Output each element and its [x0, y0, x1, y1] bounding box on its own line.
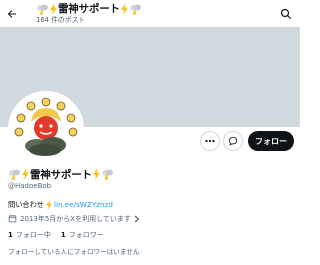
header-title-block: 雷神サポート 164 件のポスト [36, 3, 142, 25]
message-button[interactable] [223, 131, 243, 151]
profile-bio: 問い合わせ lin.ee/sWZYznzd [8, 199, 113, 210]
followers-count: 1 [60, 230, 66, 239]
page-title: 雷神サポート [36, 3, 142, 15]
follower-notice: フォローしている人にフォロワーはいません [8, 248, 140, 256]
follow-stats: 1 フォロー中 1 フォロワー [8, 229, 104, 240]
cloud-lightning-icon [9, 169, 20, 180]
search-button[interactable] [278, 6, 294, 22]
search-icon [280, 8, 292, 20]
cloud-lightning-icon [129, 4, 141, 15]
lightning-icon [46, 199, 52, 210]
join-date-text: 2013年5月からXを利用しています [20, 214, 131, 223]
title-text: 雷神サポート [58, 3, 120, 15]
back-button[interactable] [4, 6, 20, 22]
message-icon [228, 136, 238, 146]
lightning-icon [120, 3, 128, 15]
back-arrow-icon [7, 10, 16, 18]
lightning-icon [50, 3, 57, 15]
calendar-icon [8, 215, 17, 223]
follow-button[interactable]: フォロー [248, 131, 294, 151]
join-date: 2013年5月からXを利用しています [8, 213, 140, 224]
user-handle: @HadoeBob [8, 182, 52, 190]
raijin-avatar-image [11, 94, 81, 164]
followers-link[interactable]: 1 フォロワー [61, 230, 104, 240]
followers-label: フォロワー [68, 230, 104, 239]
following-count: 1 [8, 230, 13, 239]
display-name-text: 雷神サポート [30, 168, 92, 181]
cloud-lightning-icon [37, 4, 48, 15]
lightning-icon [92, 168, 100, 180]
following-label: フォロー中 [15, 230, 51, 239]
following-link[interactable]: 1 フォロー中 [8, 230, 51, 240]
more-icon [205, 139, 215, 143]
top-bar: 雷神サポート 164 件のポスト [0, 0, 300, 27]
avatar[interactable] [8, 91, 84, 167]
post-count: 164 件のポスト [36, 16, 86, 24]
cloud-lightning-icon [101, 169, 113, 180]
more-button[interactable] [200, 131, 220, 151]
display-name: 雷神サポート [8, 167, 114, 181]
bio-link[interactable]: lin.ee/sWZYznzd [54, 200, 113, 209]
chevron-right-icon [134, 215, 140, 222]
lightning-icon [22, 168, 29, 180]
bio-text: 問い合わせ [8, 199, 44, 209]
